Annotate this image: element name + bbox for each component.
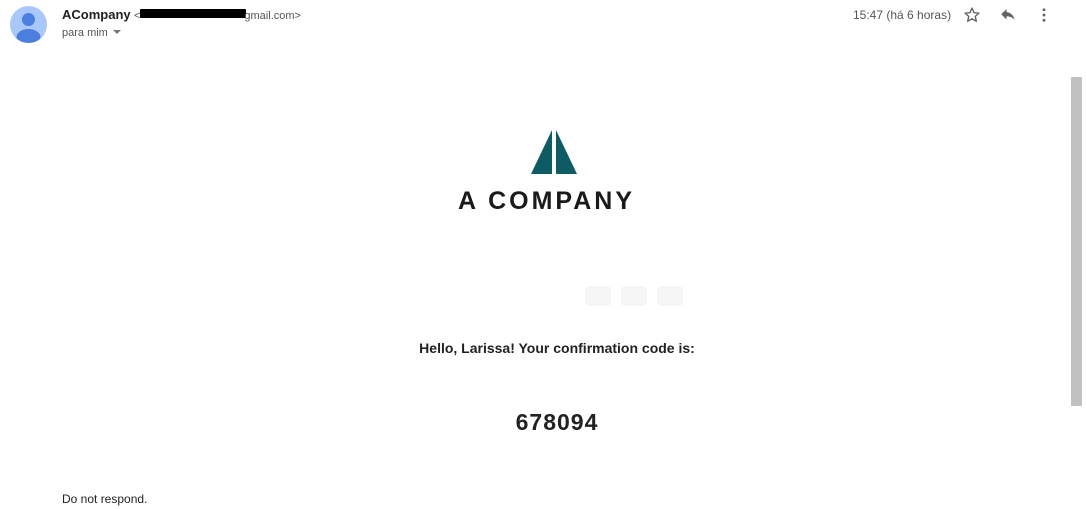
confirmation-code: 678094	[515, 409, 599, 435]
sender-email-domain: gmail.com>	[244, 10, 301, 22]
vertical-dots-icon	[1042, 8, 1046, 22]
sender-line: ACompany < gmail.com>	[62, 7, 301, 24]
sender-name[interactable]: ACompany	[62, 7, 131, 22]
more-options-button[interactable]	[1032, 4, 1056, 26]
triangle-logo-icon	[531, 130, 577, 174]
sender-email: < gmail.com>	[134, 9, 301, 22]
placeholder-block	[585, 286, 611, 306]
greeting-text: Hello, Larissa! Your confirmation code i…	[419, 340, 695, 356]
person-avatar-icon	[16, 13, 41, 43]
star-button[interactable]	[960, 4, 984, 26]
company-logo	[529, 130, 579, 175]
placeholder-block	[621, 286, 647, 306]
star-outline-icon	[964, 7, 980, 22]
caret-down-icon[interactable]	[112, 30, 121, 34]
timestamp: 15:47 (há 6 horas)	[853, 8, 952, 22]
recipient-line[interactable]: para mim	[62, 26, 121, 40]
faint-placeholder-blocks	[585, 286, 683, 306]
redaction-bar	[140, 9, 247, 18]
placeholder-block	[657, 286, 683, 306]
sender-avatar[interactable]	[10, 6, 47, 43]
email-view: ACompany < gmail.com> para mim 15:47 (há …	[0, 0, 1086, 509]
recipient-label: para mim	[62, 27, 108, 39]
reply-button[interactable]	[996, 4, 1020, 26]
reply-arrow-icon	[1001, 9, 1015, 21]
company-wordmark: A COMPANY	[458, 187, 635, 215]
footer-note: Do not respond.	[62, 492, 148, 506]
